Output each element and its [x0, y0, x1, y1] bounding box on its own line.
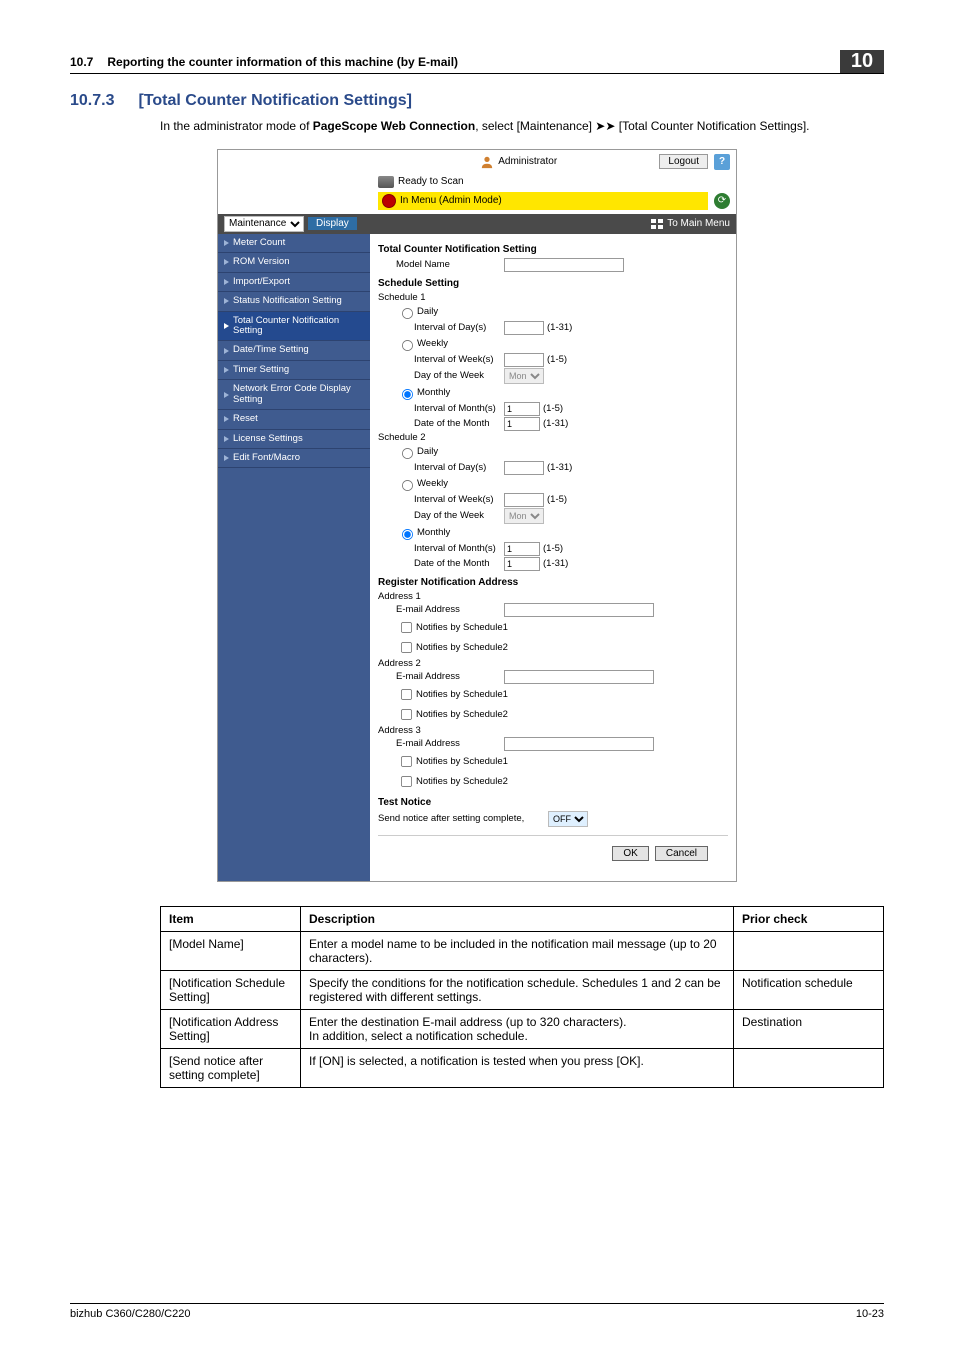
display-button[interactable]: Display	[308, 217, 357, 230]
sidebar-item-reset[interactable]: Reset	[218, 410, 370, 429]
sidebar-item-total-counter-notification[interactable]: Total Counter Notification Setting	[218, 312, 370, 342]
input-s1-intmonth[interactable]	[504, 402, 540, 416]
stop-icon	[382, 194, 396, 208]
cancel-button[interactable]: Cancel	[655, 846, 708, 861]
input-s2-intday[interactable]	[504, 461, 544, 475]
sidebar-item-network-error-code[interactable]: Network Error Code Display Setting	[218, 380, 370, 410]
description-table: Item Description Prior check [Model Name…	[160, 906, 884, 1088]
radio-s2-monthly[interactable]	[402, 529, 413, 540]
input-s2-intmonth[interactable]	[504, 542, 540, 556]
cb-addr3-sched2[interactable]	[401, 776, 412, 787]
group-total-counter: Total Counter Notification Setting	[378, 244, 728, 255]
radio-s1-monthly[interactable]	[402, 389, 413, 400]
administrator-icon	[480, 155, 494, 169]
sidebar-item-edit-font-macro[interactable]: Edit Font/Macro	[218, 449, 370, 468]
cb-addr1-sched2[interactable]	[401, 642, 412, 653]
input-s1-intday[interactable]	[504, 321, 544, 335]
sidebar-item-meter-count[interactable]: Meter Count	[218, 234, 370, 253]
table-row: [Notification Address Setting] Enter the…	[161, 1009, 884, 1048]
help-icon[interactable]: ?	[714, 154, 730, 170]
cb-addr2-sched1[interactable]	[401, 689, 412, 700]
group-schedule: Schedule Setting	[378, 278, 728, 289]
group-test-notice: Test Notice	[378, 797, 728, 808]
sidebar-item-date-time[interactable]: Date/Time Setting	[218, 341, 370, 360]
footer-page-number: 10-23	[856, 1308, 884, 1320]
radio-s1-weekly[interactable]	[402, 340, 413, 351]
address1-heading: Address 1	[378, 591, 728, 602]
maintenance-select[interactable]: Maintenance	[224, 216, 304, 232]
page-header: 10.7 Reporting the counter information o…	[70, 50, 884, 74]
sidebar-item-license[interactable]: License Settings	[218, 430, 370, 449]
input-s2-intweek[interactable]	[504, 493, 544, 507]
select-s2-dayofweek[interactable]: Mon	[504, 508, 544, 524]
ok-button[interactable]: OK	[612, 846, 648, 861]
th-item: Item	[161, 906, 301, 931]
table-row: [Model Name] Enter a model name to be in…	[161, 931, 884, 970]
th-description: Description	[301, 906, 734, 931]
status-inmenu: In Menu (Admin Mode)	[400, 195, 502, 206]
table-row: [Send notice after setting complete] If …	[161, 1048, 884, 1087]
address2-heading: Address 2	[378, 658, 728, 669]
section-number: 10.7.3	[70, 92, 114, 110]
input-model-name[interactable]	[504, 258, 624, 272]
schedule2-heading: Schedule 2	[378, 432, 728, 443]
cb-addr3-sched1[interactable]	[401, 756, 412, 767]
input-addr3-email[interactable]	[504, 737, 654, 751]
status-ready: Ready to Scan	[398, 176, 464, 187]
input-s1-intweek[interactable]	[504, 353, 544, 367]
footer-model: bizhub C360/C280/C220	[70, 1308, 190, 1320]
input-addr2-email[interactable]	[504, 670, 654, 684]
page-footer: bizhub C360/C280/C220 10-23	[70, 1303, 884, 1320]
input-s1-dateofmonth[interactable]	[504, 417, 540, 431]
input-s2-dateofmonth[interactable]	[504, 557, 540, 571]
radio-s2-weekly[interactable]	[402, 480, 413, 491]
embedded-ui: Administrator Logout ? Ready to Scan In …	[217, 149, 737, 882]
sidebar-item-import-export[interactable]: Import/Export	[218, 273, 370, 292]
label-model-name: Model Name	[396, 259, 504, 270]
sidebar-item-rom-version[interactable]: ROM Version	[218, 253, 370, 272]
radio-s1-daily[interactable]	[402, 308, 413, 319]
schedule1-heading: Schedule 1	[378, 292, 728, 303]
chapter-badge: 10	[840, 50, 884, 73]
intro-paragraph: In the administrator mode of PageScope W…	[160, 118, 884, 135]
grid-icon	[651, 219, 663, 229]
header-section-number: 10.7	[70, 55, 93, 69]
sidebar-item-status-notification[interactable]: Status Notification Setting	[218, 292, 370, 311]
select-send-notice[interactable]: OFF	[548, 811, 588, 827]
breadcrumb-arrow-icon: ➤➤	[595, 119, 615, 133]
sidebar: Meter Count ROM Version Import/Export St…	[218, 234, 370, 881]
administrator-label: Administrator	[498, 156, 557, 167]
select-s1-dayofweek[interactable]: Mon	[504, 368, 544, 384]
table-header-row: Item Description Prior check	[161, 906, 884, 931]
cb-addr2-sched2[interactable]	[401, 709, 412, 720]
label-send-notice: Send notice after setting complete,	[378, 813, 548, 824]
section-title: [Total Counter Notification Settings]	[138, 92, 411, 110]
logout-button[interactable]: Logout	[659, 154, 708, 169]
content-panel: Total Counter Notification Setting Model…	[370, 234, 736, 881]
refresh-icon[interactable]: ⟳	[714, 193, 730, 209]
radio-s2-daily[interactable]	[402, 448, 413, 459]
group-register-address: Register Notification Address	[378, 577, 728, 588]
cb-addr1-sched1[interactable]	[401, 622, 412, 633]
header-section-title: Reporting the counter information of thi…	[107, 55, 458, 69]
to-main-menu-link[interactable]: To Main Menu	[651, 218, 730, 229]
input-addr1-email[interactable]	[504, 603, 654, 617]
table-row: [Notification Schedule Setting] Specify …	[161, 970, 884, 1009]
section-heading: 10.7.3 [Total Counter Notification Setti…	[70, 92, 884, 110]
th-prior-check: Prior check	[734, 906, 884, 931]
printer-icon	[378, 176, 394, 188]
sidebar-item-timer[interactable]: Timer Setting	[218, 361, 370, 380]
address3-heading: Address 3	[378, 725, 728, 736]
